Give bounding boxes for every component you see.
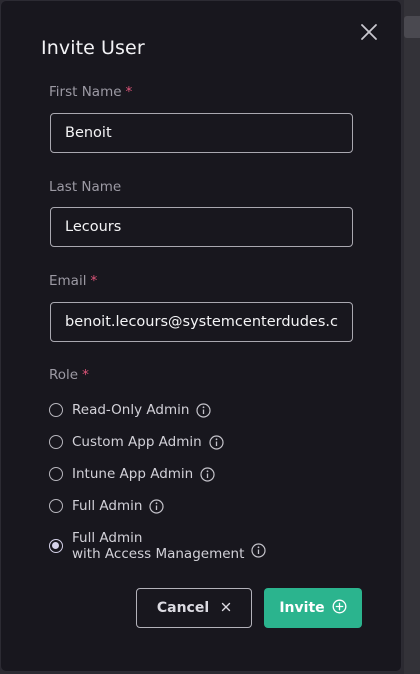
role-option-label-line1: Full Admin [72,530,143,546]
first-name-input[interactable] [50,113,353,153]
radio-custom-app-admin[interactable] [49,435,63,449]
info-icon[interactable] [196,402,212,418]
radio-full-admin-access-management[interactable] [49,539,63,553]
info-icon[interactable] [251,542,266,558]
last-name-label: Last Name [49,179,121,195]
required-mark: * [82,367,89,383]
radio-intune-app-admin[interactable] [49,467,63,481]
email-label-text: Email [49,273,87,289]
info-icon[interactable] [200,466,215,482]
last-name-label-text: Last Name [49,179,122,195]
email-input[interactable] [50,302,353,342]
close-icon [221,600,231,616]
info-icon[interactable] [209,434,224,450]
role-label: Role * [49,367,89,383]
cancel-button[interactable]: Cancel [136,588,252,628]
plus-circle-icon [332,599,347,618]
role-option-full-admin[interactable]: Full Admin [49,498,165,514]
dialog-title: Invite User [41,37,145,59]
first-name-label-text: First Name [49,84,122,100]
role-label-text: Role [49,367,79,383]
first-name-label: First Name * [49,84,132,100]
role-option-custom-app-admin[interactable]: Custom App Admin [49,434,224,450]
role-option-label: Full Admin [72,498,143,514]
role-option-label: Custom App Admin [72,434,202,450]
close-icon [357,20,381,44]
role-option-intune-app-admin[interactable]: Intune App Admin [49,466,215,482]
invite-user-dialog: Invite User First Name* Last Name Email*… [0,0,402,672]
required-mark: * [125,84,133,100]
radio-full-admin[interactable] [49,499,63,513]
invite-button[interactable]: Invite [264,588,362,628]
role-option-read-only-admin[interactable]: Read-Only Admin [49,402,212,418]
required-mark: * [90,273,98,289]
role-option-label: Read-Only Admin [72,402,190,418]
role-option-label: Full Admin with Access Management [72,530,244,562]
radio-read-only-admin[interactable] [49,403,63,417]
close-button[interactable] [357,20,381,44]
role-option-label: Intune App Admin [72,466,194,482]
role-option-label-line2: with Access Management [72,546,245,562]
email-label: Email * [49,273,97,289]
background-element [404,16,420,38]
invite-button-label: Invite [279,600,325,616]
role-option-full-admin-access-management[interactable]: Full Admin with Access Management [49,530,266,562]
cancel-button-label: Cancel [156,600,210,616]
background-edge [404,0,420,674]
info-icon[interactable] [149,498,165,514]
last-name-input[interactable] [50,207,353,247]
